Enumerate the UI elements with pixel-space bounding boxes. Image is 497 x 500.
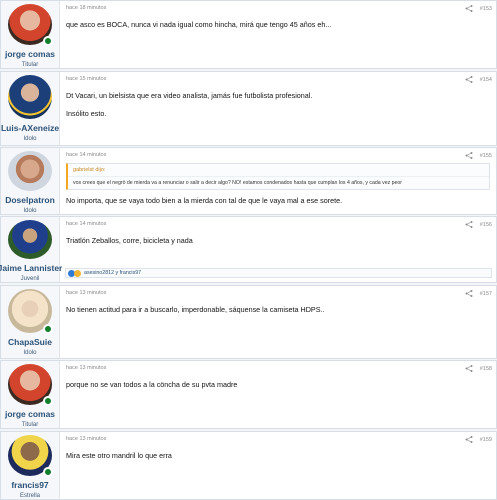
quote-block: gabrielst dijo: vos crees que el negrö d… — [66, 163, 490, 190]
post-154: Luis-AXeneize Idolo hace 15 minutos #154… — [0, 71, 497, 146]
user-title: Idolo — [23, 136, 37, 142]
post-156: Jaime Lannister Juvenil hace 14 minutos … — [0, 216, 497, 283]
avatar[interactable] — [8, 220, 52, 259]
user-title: Estrella — [19, 493, 40, 499]
post-text: No importa, que se vaya todo bien a la m… — [66, 196, 343, 205]
online-indicator-icon — [43, 324, 53, 334]
post-157: ChapaSuie Idolo hace 13 minutos #157 No … — [0, 285, 497, 359]
avatar[interactable] — [8, 289, 53, 334]
online-indicator-icon — [43, 467, 53, 477]
post-time[interactable]: hace 14 minutos — [66, 152, 490, 158]
username[interactable]: Jaime Lannister — [0, 263, 62, 273]
user-title: Titular — [21, 62, 39, 68]
user-title: Idolo — [23, 350, 37, 356]
post-text: porque no se van todos a la cöncha de su… — [66, 380, 238, 389]
post-153: jorge comas Titular hace 18 minutos #153… — [0, 0, 497, 69]
user-title: Idolo — [23, 208, 37, 214]
post-number[interactable]: #156 — [480, 222, 492, 228]
post-159: francis97 Estrella hace 13 minutos #159 … — [0, 431, 497, 500]
post-time[interactable]: hace 15 minutos — [66, 76, 490, 82]
user-panel: Jaime Lannister Juvenil — [0, 217, 62, 282]
post-number[interactable]: #159 — [480, 437, 492, 443]
user-panel: jorge comas Titular — [1, 361, 60, 428]
reactions-bar[interactable]: asesino2812 y francis97 — [65, 268, 492, 278]
online-indicator-icon — [43, 36, 53, 46]
post-body: Dt Vacari, un bielsista que era video an… — [66, 90, 490, 119]
post-text: Mira este otro mandril lo que erra — [66, 451, 172, 460]
user-panel: jorge comas Titular — [1, 1, 60, 68]
post-body: Mira este otro mandril lo que erra — [66, 450, 490, 461]
post-time[interactable]: hace 13 minutos — [66, 436, 490, 442]
post-body: No importa, que se vaya todo bien a la m… — [66, 195, 490, 206]
user-title: Juvenil — [20, 276, 40, 282]
post-text: No tienen actitud para ir a buscarlo, im… — [66, 305, 325, 314]
post-time[interactable]: hace 14 minutos — [66, 221, 490, 227]
username[interactable]: jorge comas — [5, 49, 55, 59]
avatar[interactable] — [8, 151, 52, 191]
post-text: que asco es BOCA, nunca vi nada igual co… — [66, 20, 332, 29]
post-time[interactable]: hace 13 minutos — [66, 290, 490, 296]
share-icon[interactable] — [465, 221, 473, 228]
username[interactable]: ChapaSuie — [8, 337, 52, 347]
post-text: Insólito esto. — [66, 109, 107, 118]
post-body: porque no se van todos a la cöncha de su… — [66, 379, 490, 390]
share-icon[interactable] — [465, 152, 473, 159]
quote-author[interactable]: gabrielst dijo: — [68, 164, 489, 177]
reactions-users[interactable]: asesino2812 y francis97 — [84, 270, 141, 276]
user-panel: Luis-AXeneize Idolo — [1, 72, 60, 145]
post-158: jorge comas Titular hace 13 minutos #158… — [0, 360, 497, 429]
post-text: Triatlón Zeballos, corre, bicicleta y na… — [66, 236, 193, 245]
post-number[interactable]: #155 — [480, 153, 492, 159]
share-icon[interactable] — [465, 436, 473, 443]
online-indicator-icon — [43, 396, 53, 406]
post-number[interactable]: #158 — [480, 366, 492, 372]
post-body: Triatlón Zeballos, corre, bicicleta y na… — [66, 235, 490, 246]
post-time[interactable]: hace 18 minutos — [66, 5, 490, 11]
avatar[interactable] — [8, 75, 52, 119]
share-icon[interactable] — [465, 365, 473, 372]
post-number[interactable]: #157 — [480, 291, 492, 297]
share-icon[interactable] — [465, 5, 473, 12]
avatar[interactable] — [8, 364, 53, 406]
avatar[interactable] — [8, 4, 53, 46]
post-body: No tienen actitud para ir a buscarlo, im… — [66, 304, 490, 315]
post-time[interactable]: hace 13 minutos — [66, 365, 490, 371]
share-icon[interactable] — [465, 290, 473, 297]
user-panel: francis97 Estrella — [1, 432, 60, 499]
post-body: que asco es BOCA, nunca vi nada igual co… — [66, 19, 490, 30]
post-number[interactable]: #153 — [480, 6, 492, 12]
quote-text: vos crees que el negrö de mierda va a re… — [73, 180, 403, 186]
post-number[interactable]: #154 — [480, 77, 492, 83]
user-panel: ChapaSuie Idolo — [1, 286, 60, 358]
post-text: Dt Vacari, un bielsista que era video an… — [66, 91, 313, 100]
share-icon[interactable] — [465, 76, 473, 83]
love-icon — [74, 269, 81, 277]
user-title: Titular — [21, 422, 39, 428]
username[interactable]: francis97 — [11, 480, 48, 490]
avatar[interactable] — [8, 435, 53, 477]
user-panel: Doselpatron Idolo — [1, 148, 60, 214]
post-155: Doselpatron Idolo hace 14 minutos #155 g… — [0, 147, 497, 215]
username[interactable]: Luis-AXeneize — [1, 123, 59, 133]
username[interactable]: jorge comas — [5, 409, 55, 419]
username[interactable]: Doselpatron — [5, 195, 55, 205]
